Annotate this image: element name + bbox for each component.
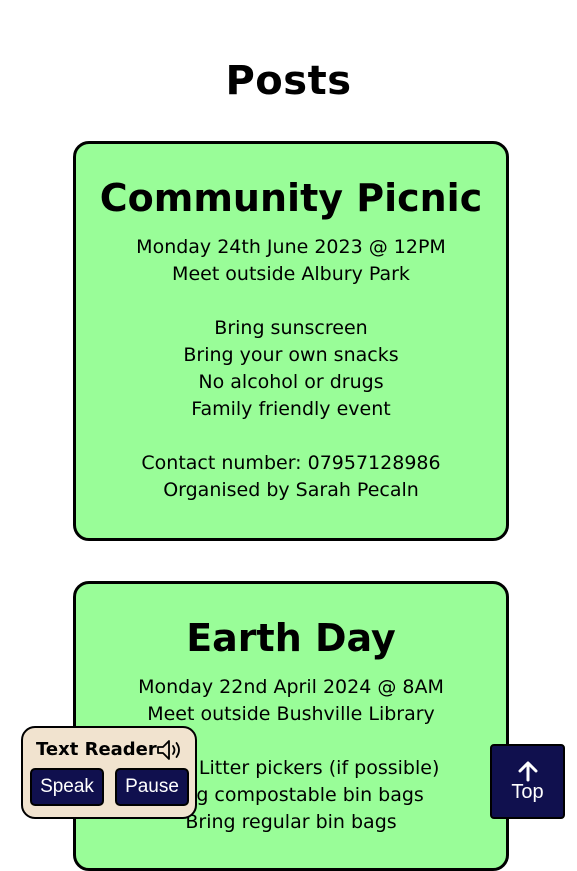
page-title: Posts	[225, 57, 352, 104]
post-card-community-picnic: Community Picnic Monday 24th June 2023 @…	[73, 141, 509, 541]
pause-button[interactable]: Pause	[115, 768, 189, 806]
post-item: Bring sunscreen	[214, 317, 368, 339]
post-spacer	[76, 423, 506, 450]
post-item: No alcohol or drugs	[198, 371, 384, 393]
post-title: Earth Day	[186, 616, 396, 660]
post-spacer	[76, 288, 506, 315]
text-reader-panel: Text Reader Speak Pause	[21, 726, 197, 819]
post-title: Community Picnic	[99, 176, 483, 220]
post-date: Monday 22nd April 2024 @ 8AM	[138, 676, 444, 698]
post-item: Family friendly event	[191, 398, 391, 420]
post-item: Bring your own snacks	[183, 344, 399, 366]
post-date: Monday 24th June 2023 @ 12PM	[136, 236, 446, 258]
post-location: Meet outside Bushville Library	[147, 703, 435, 725]
speak-button[interactable]: Speak	[30, 768, 104, 806]
arrow-up-icon	[517, 760, 539, 782]
post-body: Monday 24th June 2023 @ 12PM Meet outsid…	[76, 234, 506, 504]
text-reader-title: Text Reader	[36, 739, 157, 760]
post-organiser: Organised by Sarah Pecaln	[163, 479, 419, 501]
top-button-label: Top	[511, 781, 544, 803]
speaker-icon	[155, 738, 185, 762]
back-to-top-button[interactable]: Top	[490, 744, 565, 819]
post-location: Meet outside Albury Park	[172, 263, 410, 285]
post-contact: Contact number: 07957128986	[141, 452, 441, 474]
